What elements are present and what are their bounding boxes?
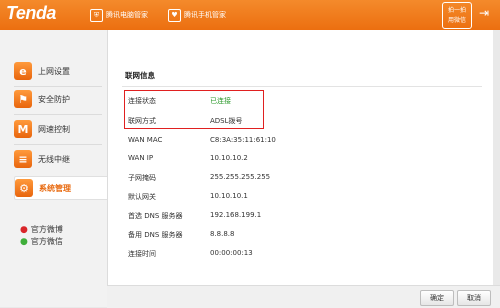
row-label: 首选 DNS 服务器 (128, 212, 183, 220)
row-value: 8.8.8.8 (210, 230, 235, 238)
info-row-connection-time: 连接时间 00:00:00:13 (128, 249, 428, 261)
row-label: 备用 DNS 服务器 (128, 231, 183, 239)
tenda-logo: Tenda (6, 3, 56, 23)
info-row-primary-dns: 首选 DNS 服务器 192.168.199.1 (128, 211, 428, 223)
row-label: WAN MAC (128, 136, 163, 144)
sidebar-item-internet-settings[interactable]: e 上网设置 (14, 60, 106, 82)
info-row-wan-ip: WAN IP 10.10.10.2 (128, 154, 428, 166)
row-value: ADSL拨号 (210, 117, 243, 125)
sidebar-item-label: 网速控制 (38, 124, 70, 134)
app-button-line1: 拍一拍 (447, 6, 466, 14)
sidebar-item-wireless-repeater[interactable]: ≡ 无线中继 (14, 148, 106, 170)
sidebar-divider (14, 144, 102, 145)
sidebar-item-label: 系统管理 (39, 183, 71, 193)
section-title: 联网信息 (125, 71, 155, 80)
row-value: 00:00:00:13 (210, 249, 253, 257)
info-row-subnet-mask: 子网掩码 255.255.255.255 (128, 173, 428, 185)
row-value: C8:3A:35:11:61:10 (210, 136, 276, 144)
badge-pc-manager[interactable]: ⛨ 腾讯电脑管家 (90, 8, 148, 22)
row-value: 255.255.255.255 (210, 173, 271, 181)
content-panel: 联网信息 连接状态 已连接 联网方式 ADSL拨号 WAN MAC C8:3A:… (107, 30, 494, 285)
weibo-link[interactable]: ● 官方微博 (20, 224, 63, 235)
info-row-wan-mac: WAN MAC C8:3A:35:11:61:10 (128, 136, 428, 148)
badge-phone-manager[interactable]: ♥ 腾讯手机管家 (168, 8, 226, 22)
exit-icon[interactable]: ⇥ (477, 6, 491, 20)
weibo-icon: ● (20, 224, 28, 235)
ok-button[interactable]: 确定 (420, 290, 454, 306)
sidebar-item-system-management[interactable]: ⚙ 系统管理 (14, 176, 108, 200)
sidebar-item-label: 无线中继 (38, 154, 70, 164)
row-value: 10.10.10.2 (210, 154, 248, 162)
weibo-label: 官方微博 (30, 225, 63, 234)
top-header: Tenda ⛨ 腾讯电脑管家 ♥ 腾讯手机管家 拍一拍 用微信 ⇥ (0, 0, 500, 30)
section-divider (122, 86, 482, 87)
wireless-icon: ≡ (14, 150, 32, 168)
sidebar-item-speed-control[interactable]: M 网速控制 (14, 118, 106, 140)
shield-icon: ⚑ (14, 90, 32, 108)
right-margin (493, 30, 500, 285)
footer-bar: 确定 取消 (107, 285, 500, 308)
sidebar-item-label: 上网设置 (38, 66, 70, 76)
row-label: WAN IP (128, 154, 154, 162)
wechat-label: 官方微信 (30, 237, 63, 246)
info-row-secondary-dns: 备用 DNS 服务器 8.8.8.8 (128, 230, 428, 242)
sidebar-divider (14, 86, 102, 87)
row-label: 子网掩码 (128, 174, 156, 182)
heart-shield-icon: ♥ (168, 8, 181, 22)
info-row-default-gateway: 默认网关 10.10.10.1 (128, 192, 428, 204)
cancel-button[interactable]: 取消 (457, 290, 491, 306)
badge-pc-manager-label: 腾讯电脑管家 (106, 11, 148, 19)
shield-icon: ⛨ (90, 8, 103, 22)
app-button-line2: 用微信 (447, 16, 466, 24)
sidebar: e 上网设置 ⚑ 安全防护 M 网速控制 ≡ 无线中继 ⚙ 系统管理 ● 官方微… (0, 30, 108, 307)
info-row-connection-type: 联网方式 ADSL拨号 (128, 116, 428, 128)
wechat-scan-button[interactable]: 拍一拍 用微信 (442, 2, 472, 29)
sidebar-item-security[interactable]: ⚑ 安全防护 (14, 88, 106, 110)
info-row-connection-status: 连接状态 已连接 (128, 96, 428, 108)
row-label: 连接时间 (128, 250, 156, 258)
row-value: 10.10.10.1 (210, 192, 248, 200)
internet-explorer-icon: e (14, 62, 32, 80)
row-value: 192.168.199.1 (210, 211, 262, 219)
sidebar-divider (14, 114, 102, 115)
badge-phone-manager-label: 腾讯手机管家 (184, 11, 226, 19)
row-value: 已连接 (210, 97, 231, 105)
system-gear-icon: ⚙ (15, 179, 33, 197)
wechat-icon: ● (20, 236, 28, 247)
row-label: 连接状态 (128, 97, 156, 105)
bandwidth-icon: M (14, 120, 32, 138)
wechat-link[interactable]: ● 官方微信 (20, 236, 63, 247)
row-label: 默认网关 (128, 193, 156, 201)
sidebar-item-label: 安全防护 (38, 94, 70, 104)
row-label: 联网方式 (128, 117, 156, 125)
